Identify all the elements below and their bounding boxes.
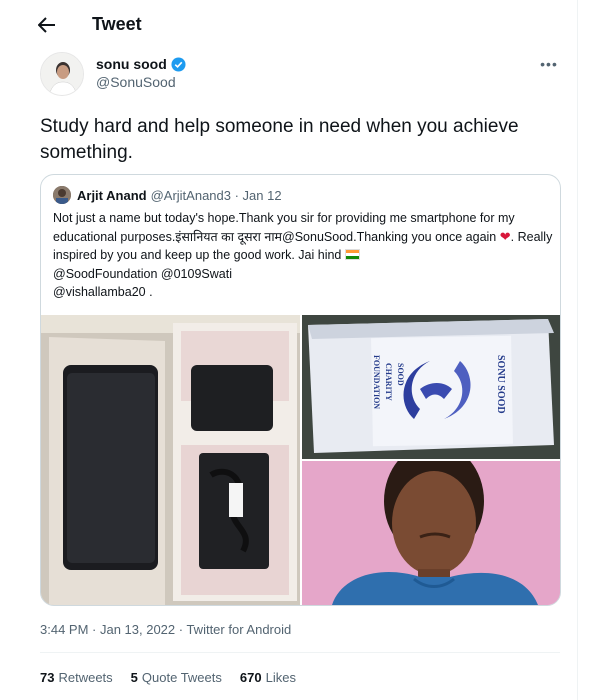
retweets-label: Retweets	[58, 670, 113, 685]
back-button[interactable]	[30, 12, 64, 38]
author-name[interactable]: sonu sood	[96, 56, 167, 72]
header: Tweet	[0, 0, 578, 50]
box-sood-text: SOOD	[396, 363, 405, 386]
box-foundation-text: FOUNDATION	[372, 355, 381, 409]
quoted-tweet-text: Not just a name but today's hope.Thank y…	[53, 209, 553, 302]
author-name-row[interactable]: sonu sood	[96, 56, 186, 72]
quote-tweets-count: 5	[130, 670, 138, 685]
retweets-count: 73	[40, 670, 55, 685]
avatar[interactable]	[40, 52, 84, 96]
likes-count: 670	[239, 670, 262, 685]
likes-label: Likes	[265, 670, 296, 685]
quoted-tweet-header: Arjit Anand @ArjitAnand3 · Jan 12	[53, 185, 282, 205]
author-handle[interactable]: @SonuSood	[96, 74, 176, 90]
quoted-text-part1: Not just a name but today's hope.Thank y…	[53, 211, 515, 244]
quoted-author-name[interactable]: Arjit Anand	[77, 188, 147, 203]
india-flag-icon	[344, 249, 360, 260]
quoted-text-part3: @SoodFoundation @0109Swati	[53, 266, 232, 281]
quote-tweets-stat[interactable]: 5 Quote Tweets	[131, 670, 222, 685]
more-options-button[interactable]: •••	[538, 54, 560, 74]
tweet-stats: 73 Retweets 5 Quote Tweets 670 Likes	[40, 670, 296, 685]
likes-stat[interactable]: 670 Likes	[240, 670, 296, 685]
media-photo-person[interactable]	[302, 461, 560, 605]
quote-tweets-label: Quote Tweets	[141, 670, 222, 685]
tweet-timestamp[interactable]: 3:44 PM · Jan 13, 2022 · Twitter for And…	[40, 622, 291, 637]
tweet-text: Study hard and help someone in need when…	[40, 116, 519, 163]
quoted-text-part4: @vishallamba20 .	[53, 285, 153, 299]
quoted-avatar	[53, 186, 71, 204]
box-brand-text: SONU SOOD	[495, 355, 506, 414]
tweet-author: sonu sood @SonuSood •••	[40, 52, 560, 100]
page-title: Tweet	[92, 14, 142, 34]
retweets-stat[interactable]: 73 Retweets	[40, 670, 113, 685]
box-charity-text: CHARITY	[384, 363, 393, 401]
quoted-author-handle: @ArjitAnand3 · Jan 12	[150, 187, 282, 203]
media-photo-phone-box[interactable]	[41, 315, 300, 605]
quoted-tweet[interactable]: Arjit Anand @ArjitAnand3 · Jan 12 Not ju…	[40, 174, 561, 606]
divider	[40, 652, 560, 653]
red-heart-icon: ❤	[499, 228, 511, 244]
media-photo-foundation-box[interactable]: SONU SOOD SOOD CHARITY FOUNDATION	[302, 315, 560, 459]
media-grid: SONU SOOD SOOD CHARITY FOUNDATION	[41, 315, 560, 605]
verified-badge-icon	[171, 56, 186, 72]
arrow-left-icon	[38, 17, 55, 33]
